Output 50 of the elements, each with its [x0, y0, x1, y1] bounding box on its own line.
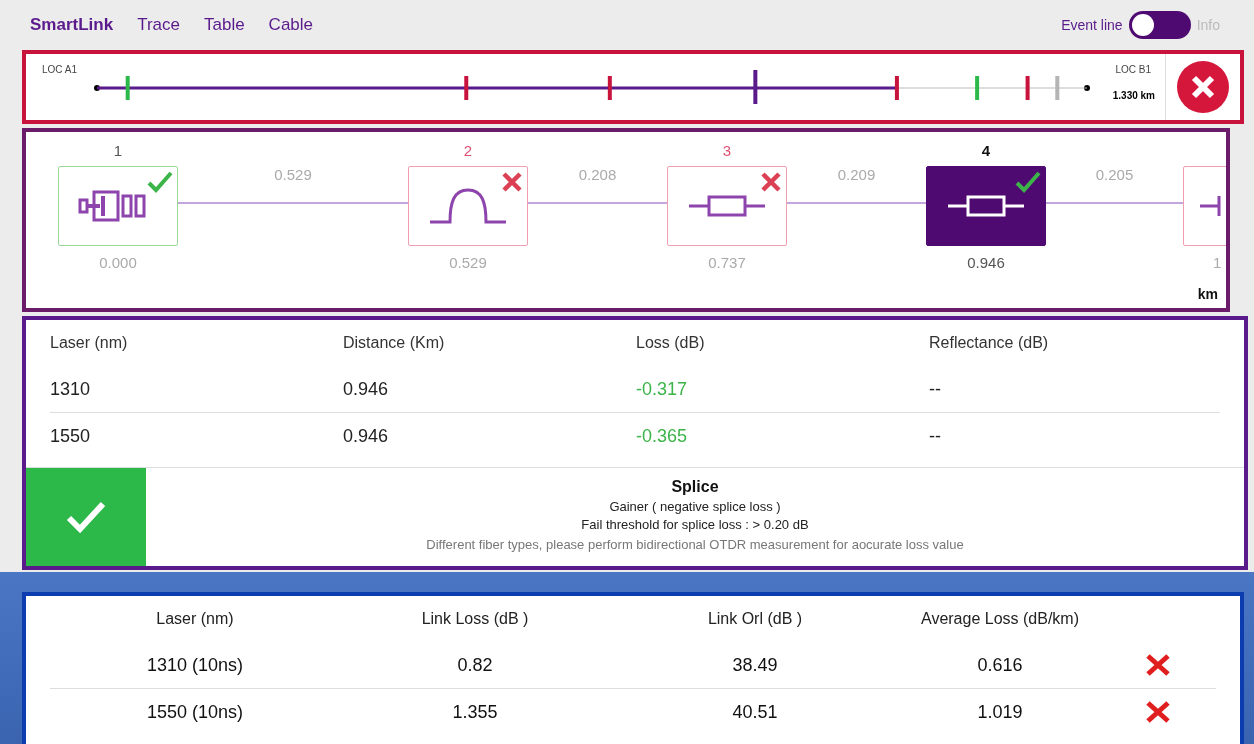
unit-label: km: [1197, 286, 1218, 302]
table-cell: 1.019: [977, 701, 1023, 723]
table-cell: 40.51: [732, 701, 778, 723]
nav-tab[interactable]: Cable: [268, 15, 314, 35]
end-location: LOC B1: [1115, 64, 1151, 75]
table-cell-text: --: [929, 378, 942, 400]
verdict-text: Gainer ( negative splice loss ): [609, 499, 781, 514]
column-header: Link Orl (dB ): [707, 610, 803, 628]
event-distance: 0.000: [99, 254, 137, 271]
event-distance: 0.946: [967, 254, 1005, 271]
switch-option[interactable]: Event line: [1061, 17, 1123, 33]
table-cell: 0.616: [977, 654, 1023, 676]
verdict-text: Fail threshold for splice loss : > 0.20 dB: [581, 517, 809, 532]
column-header: Laser (nm): [50, 334, 129, 352]
table-cell-text: -0.317: [636, 378, 689, 400]
table-cell: 1550 (10ns): [146, 701, 244, 723]
table-cell: 38.49: [732, 654, 778, 676]
start-location: LOC A1: [42, 64, 78, 75]
link-length: 1.330 km: [1112, 90, 1155, 101]
table-cell-text: 0.946: [343, 378, 390, 400]
column-header: Distance (Km): [343, 334, 446, 352]
event-number: 2: [463, 142, 473, 161]
table-cell: 1310 (10ns): [146, 654, 244, 676]
event-number: 1: [113, 142, 123, 161]
table-cell-text: 0.946: [343, 425, 390, 447]
table-cell-text: 1310: [50, 378, 92, 400]
column-header: Average Loss (dB/km): [921, 610, 1079, 628]
verdict-note: Different fiber types, please perform bidirectional OTDR measurement for aocurate loss value: [426, 537, 964, 552]
nav-tab[interactable]: SmartLink: [30, 15, 114, 35]
event-distance: 0.529: [449, 254, 487, 271]
verdict-title: Splice: [671, 478, 719, 496]
span-length: 0.205: [1095, 166, 1134, 185]
span-length: 0.209: [837, 166, 876, 185]
column-header: Reflectance (dB): [929, 334, 1050, 352]
table-cell-text: -0.365: [636, 425, 689, 447]
column-header: Laser (nm): [156, 610, 234, 628]
span-length: 0.529: [274, 166, 312, 185]
event-distance: 1: [1213, 254, 1222, 271]
event-number: 4: [981, 142, 991, 161]
span-length: 0.208: [578, 166, 617, 185]
table-cell-text: 1550: [50, 425, 92, 447]
table-cell: 0.82: [457, 654, 493, 676]
event-number: 3: [722, 142, 732, 161]
table-cell-text: --: [929, 425, 942, 447]
column-header: Link Loss (dB ): [421, 610, 529, 628]
table-cell: 1.355: [452, 701, 498, 723]
column-header: Loss (dB): [636, 334, 706, 352]
event-distance: 0.737: [708, 254, 746, 271]
nav-tab[interactable]: Trace: [137, 15, 180, 35]
nav-tab[interactable]: Table: [203, 15, 245, 35]
